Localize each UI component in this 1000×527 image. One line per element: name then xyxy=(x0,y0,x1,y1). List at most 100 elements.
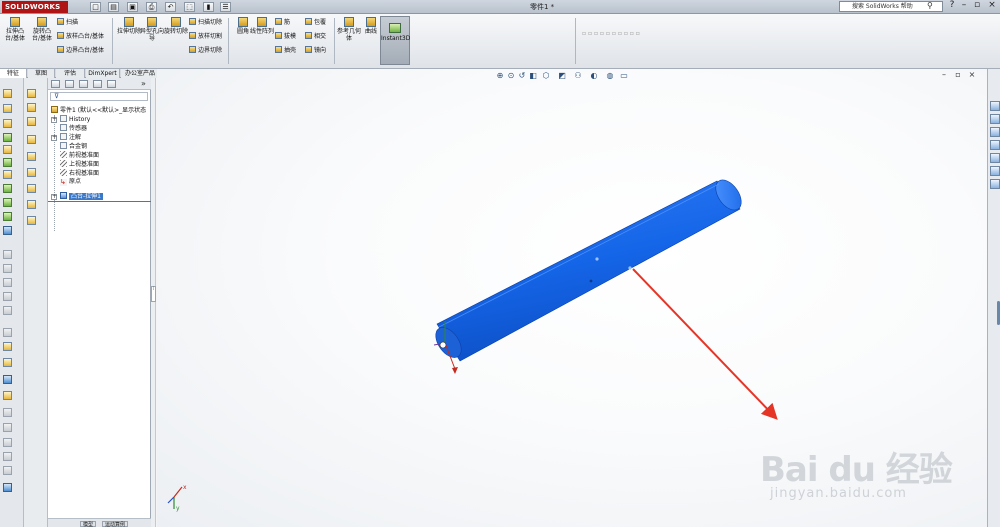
sketch-point-icon[interactable] xyxy=(27,168,36,177)
tree-item-right-plane[interactable]: 右视基准面 xyxy=(60,169,99,178)
measure-tool-icon[interactable] xyxy=(3,391,12,400)
expand-history-icon[interactable]: + xyxy=(51,117,57,123)
lofted-cut-button[interactable]: 放样切割 xyxy=(189,32,222,40)
save-icon[interactable]: ▣ xyxy=(127,2,138,12)
tab-office-products[interactable]: 办公室产品 xyxy=(121,69,160,78)
disabled-tool-icon xyxy=(3,292,12,301)
custom-properties-icon[interactable] xyxy=(990,179,1000,189)
curve-tool-icon[interactable] xyxy=(3,212,12,221)
design-library-icon[interactable] xyxy=(990,114,1000,124)
tree-item-annotations[interactable]: 注解 xyxy=(60,133,81,142)
close-icon[interactable]: × xyxy=(985,0,999,12)
linear-pattern-button[interactable]: 线性阵列 xyxy=(249,17,275,35)
tree-root[interactable]: 零件1 (默认<<默认>_显示状态 xyxy=(51,106,146,115)
tab-evaluate[interactable]: 评估 xyxy=(56,69,85,78)
revolve-tool-icon[interactable] xyxy=(3,104,12,113)
undo-icon[interactable]: ↶ xyxy=(165,2,176,12)
display-manager-tab-icon[interactable] xyxy=(107,80,116,88)
mirror-button[interactable]: 镜向 xyxy=(305,46,326,54)
feature-manager-tab-icon[interactable] xyxy=(51,80,60,88)
boundary-boss-icon xyxy=(57,46,64,53)
view-palette-icon[interactable] xyxy=(990,153,1000,163)
solidworks-resources-icon[interactable] xyxy=(990,101,1000,111)
sketch-offset-icon[interactable] xyxy=(27,200,36,209)
panel-splitter[interactable]: ⁞ xyxy=(151,78,156,527)
draft-button[interactable]: 拔模 xyxy=(275,32,296,40)
restore-icon[interactable]: ▫ xyxy=(970,0,984,12)
expand-annotations-icon[interactable]: + xyxy=(51,135,57,141)
plane-tool-icon[interactable] xyxy=(3,226,12,235)
open-icon[interactable]: ▤ xyxy=(108,2,119,12)
options-icon[interactable]: ☰ xyxy=(220,2,231,12)
select-icon[interactable]: ⬚ xyxy=(184,2,195,12)
tab-dimxpert[interactable]: DimXpert xyxy=(86,69,120,78)
boss-extrude-tool-icon[interactable] xyxy=(3,89,12,98)
extruded-cylinder[interactable] xyxy=(431,175,747,362)
rebuild-icon[interactable]: ▮ xyxy=(203,2,214,12)
shell-button[interactable]: 抽壳 xyxy=(275,46,296,54)
search-icon[interactable]: ⚲ xyxy=(927,1,933,10)
dimxpert-manager-tab-icon[interactable] xyxy=(93,80,102,88)
display-tool-icon[interactable] xyxy=(3,483,12,492)
tab-model[interactable]: 模型 xyxy=(80,521,97,527)
revolve-boss-button[interactable]: 旋转凸台/基体 xyxy=(29,17,55,42)
rollback-bar[interactable] xyxy=(48,201,151,202)
tree-item-material[interactable]: 合金钢 xyxy=(60,142,87,151)
boss-extrude-button[interactable]: 拉伸凸台/基体 xyxy=(2,17,28,42)
pattern-tool-icon[interactable] xyxy=(3,184,12,193)
appearances-icon[interactable] xyxy=(990,166,1000,176)
sketch-dimension-icon[interactable] xyxy=(27,216,36,225)
sketch-trim-icon[interactable] xyxy=(27,184,36,193)
wrap-button[interactable]: 包覆 xyxy=(305,18,326,26)
sketch-arc-icon[interactable] xyxy=(27,135,36,144)
shell-tool-icon[interactable] xyxy=(3,170,12,179)
expand-panel-icon[interactable]: » xyxy=(141,79,146,88)
hole-wizard-button[interactable]: 异型孔向导 xyxy=(139,17,165,42)
search-results-icon[interactable] xyxy=(990,140,1000,150)
sketch-line-icon[interactable] xyxy=(27,89,36,98)
tree-item-front-plane[interactable]: 前视基准面 xyxy=(60,151,99,160)
sketch-circle-icon[interactable] xyxy=(27,117,36,126)
expand-extrude-icon[interactable]: + xyxy=(51,194,57,200)
mirror-tool-icon[interactable] xyxy=(3,198,12,207)
loft-tool-icon[interactable] xyxy=(3,133,12,142)
property-manager-tab-icon[interactable] xyxy=(65,80,74,88)
rib-button[interactable]: 筋 xyxy=(275,18,290,26)
sketch-tool-icon[interactable] xyxy=(3,358,12,367)
lofted-cut-label: 放样切割 xyxy=(198,33,223,40)
tree-item-sensors[interactable]: 传感器 xyxy=(60,124,87,133)
minimize-icon[interactable]: – xyxy=(957,0,971,12)
tab-sketch[interactable]: 草图 xyxy=(28,69,55,78)
boundary-boss-button[interactable]: 边界凸台/基体 xyxy=(57,46,104,54)
sketch-spline-icon[interactable] xyxy=(27,152,36,161)
intersect-button[interactable]: 相交 xyxy=(305,32,326,40)
fillet-tool-icon[interactable] xyxy=(3,145,12,154)
sketch-rectangle-icon[interactable] xyxy=(27,103,36,112)
reference-tool-icon[interactable] xyxy=(3,342,12,351)
disabled-tool-icon xyxy=(3,408,12,417)
tree-item-boss-extrude[interactable]: 凸台-拉伸1 xyxy=(60,192,103,201)
tab-features[interactable]: 特征 xyxy=(0,69,27,78)
file-explorer-icon[interactable] xyxy=(990,127,1000,137)
view-tool-icon[interactable] xyxy=(3,375,12,384)
splitter-grip-icon[interactable]: ⁞ xyxy=(151,286,156,302)
tree-item-origin[interactable]: ↳ 原点 xyxy=(60,178,81,186)
boss-extrude-label: 拉伸凸台/基体 xyxy=(4,28,26,42)
chamfer-tool-icon[interactable] xyxy=(3,158,12,167)
revolve-cut-button[interactable]: 旋转切除 xyxy=(163,17,189,35)
configuration-manager-tab-icon[interactable] xyxy=(79,80,88,88)
print-icon[interactable]: ⎙ xyxy=(146,2,157,12)
tree-filter-icon[interactable]: ⊽ xyxy=(50,92,148,101)
sweep-button[interactable]: 扫描 xyxy=(57,18,78,26)
loft-boss-button[interactable]: 放样凸台/基体 xyxy=(57,32,104,40)
lofted-cut-icon xyxy=(189,32,196,39)
graphics-area[interactable]: ⊕ ⊙ ↺ ◧ ⬡ ◩ ⚇ ◐ ◍ ▭ – ▫ × x y Bai du 经验 … xyxy=(157,69,987,527)
new-document-icon[interactable]: □ xyxy=(90,2,101,12)
swept-cut-button[interactable]: 扫描切除 xyxy=(189,18,222,26)
tab-motion-study[interactable]: 运动算例 xyxy=(102,521,129,527)
tree-item-history[interactable]: History xyxy=(60,115,90,124)
cut-tool-icon[interactable] xyxy=(3,119,12,128)
boundary-cut-button[interactable]: 边界切除 xyxy=(189,46,222,54)
instant3d-button[interactable]: Instant3D xyxy=(380,16,410,65)
tree-item-top-plane[interactable]: 上视基准面 xyxy=(60,160,99,169)
